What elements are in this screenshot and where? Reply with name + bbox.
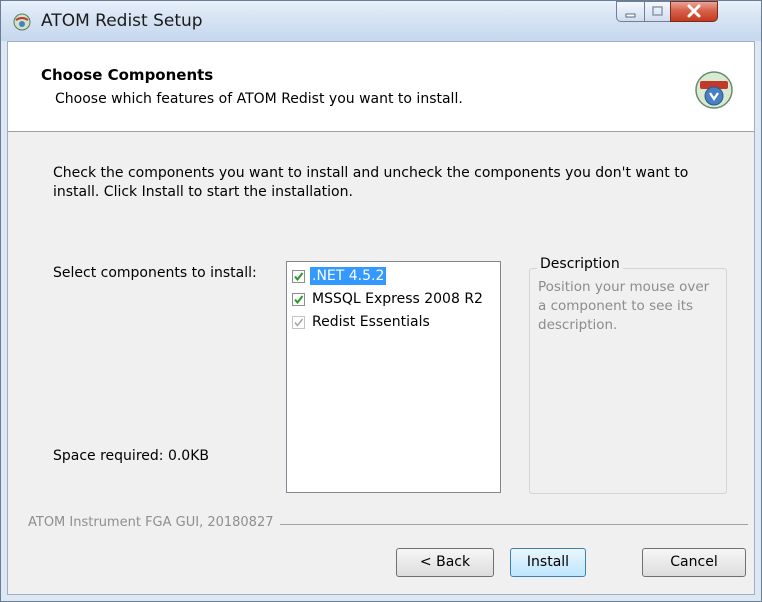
setup-window: ATOM Redist Setup Choose Components Choo…	[0, 0, 762, 602]
component-item-dotnet[interactable]: .NET 4.5.2	[292, 266, 387, 286]
maximize-button[interactable]	[644, 1, 671, 22]
back-button[interactable]: < Back	[396, 548, 494, 577]
components-tree[interactable]: .NET 4.5.2 MSSQL Express 2008 R2 Redist …	[286, 261, 501, 493]
branding-text: ATOM Instrument FGA GUI, 20180827	[28, 515, 280, 530]
header-panel: Choose Components Choose which features …	[8, 42, 754, 132]
installer-globe-icon	[695, 71, 733, 109]
checkmark-icon	[294, 294, 304, 304]
page-subtitle: Choose which features of ATOM Redist you…	[55, 91, 463, 107]
cancel-button[interactable]: Cancel	[642, 548, 746, 577]
description-title: Description	[537, 256, 623, 272]
checkmark-icon	[294, 318, 304, 327]
component-item-redist-essentials[interactable]: Redist Essentials	[292, 312, 432, 332]
component-label: MSSQL Express 2008 R2	[312, 291, 483, 307]
instructions-text: Check the components you want to install…	[53, 165, 689, 200]
component-item-mssql[interactable]: MSSQL Express 2008 R2	[292, 289, 485, 309]
window-title: ATOM Redist Setup	[41, 11, 203, 31]
close-icon	[687, 4, 701, 18]
component-checkbox[interactable]	[292, 292, 305, 306]
minimize-button[interactable]	[616, 1, 645, 22]
page-title: Choose Components	[41, 66, 214, 84]
select-components-label: Select components to install:	[53, 265, 257, 281]
close-button[interactable]	[670, 1, 718, 22]
component-label: Redist Essentials	[312, 314, 430, 330]
component-label: .NET 4.5.2	[310, 267, 387, 285]
maximize-icon	[652, 6, 663, 16]
minimize-icon	[625, 13, 636, 18]
component-checkbox	[292, 315, 305, 329]
component-checkbox[interactable]	[292, 269, 305, 283]
description-text: Position your mouse over a component to …	[538, 279, 710, 333]
install-button[interactable]: Install	[510, 548, 586, 577]
space-required-label: Space required: 0.0KB	[53, 448, 209, 464]
dialog-client-area: Choose Components Choose which features …	[7, 41, 755, 595]
installer-app-icon	[13, 13, 31, 31]
title-bar[interactable]: ATOM Redist Setup	[1, 1, 761, 41]
checkmark-icon	[294, 271, 304, 281]
